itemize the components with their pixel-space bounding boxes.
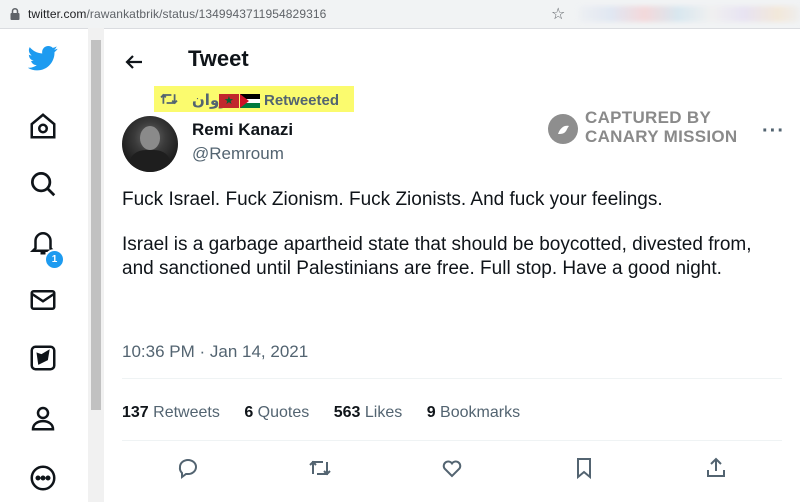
tweet-paragraph: Israel is a garbage apartheid state that… <box>122 234 752 279</box>
watermark-line1: CAPTURED BY <box>585 108 712 127</box>
watermark-line2: CANARY MISSION <box>585 127 738 146</box>
canary-logo-icon <box>548 114 578 144</box>
home-icon[interactable] <box>27 110 59 142</box>
twitter-blue-icon[interactable] <box>27 342 59 374</box>
retweet-action-icon[interactable] <box>308 456 334 482</box>
lock-icon[interactable] <box>8 7 22 21</box>
quotes-stat[interactable]: 6 Quotes <box>244 404 309 422</box>
back-arrow-icon[interactable] <box>122 50 146 74</box>
divider <box>122 440 782 441</box>
like-heart-icon[interactable] <box>440 456 466 482</box>
author-handle[interactable]: @Remroum <box>192 144 284 164</box>
palestine-flag-icon <box>240 94 260 108</box>
more-options-icon[interactable] <box>27 462 59 494</box>
reply-icon[interactable] <box>176 456 202 482</box>
url-host: twitter.com <box>28 7 87 21</box>
tweet-text: Fuck Israel. Fuck Zionism. Fuck Zionists… <box>122 188 782 302</box>
author-display-name[interactable]: Remi Kanazi <box>192 120 293 140</box>
address-field[interactable]: twitter.com/rawankatbrik/status/13499437… <box>28 7 326 21</box>
notifications-badge: 1 <box>44 249 65 270</box>
scrollbar-thumb[interactable] <box>91 40 101 410</box>
divider <box>122 378 782 379</box>
tweet-stats: 137 Retweets 6 Quotes 563 Likes 9 Bookma… <box>122 404 540 422</box>
profile-icon[interactable] <box>27 402 59 434</box>
browser-url-bar: twitter.com/rawankatbrik/status/13499437… <box>0 0 800 29</box>
url-path: /rawankatbrik/status/1349943711954829316 <box>86 7 327 21</box>
tweet-detail: Tweet روان ★ Retweeted Remi Kanazi @Remr… <box>104 28 800 502</box>
page-title: Tweet <box>188 46 249 71</box>
twitter-logo-icon[interactable] <box>27 42 59 74</box>
retweet-icon <box>160 93 178 105</box>
messages-envelope-icon[interactable] <box>27 284 59 316</box>
likes-stat[interactable]: 563 Likes <box>334 404 403 422</box>
canary-mission-watermark: CAPTURED BY CANARY MISSION <box>548 108 748 148</box>
left-navigation: 1 <box>0 28 88 502</box>
bookmark-icon[interactable] <box>572 456 598 482</box>
morocco-flag-icon: ★ <box>219 94 239 108</box>
explore-search-icon[interactable] <box>27 168 59 200</box>
tweet-paragraph: Fuck Israel. Fuck Zionism. Fuck Zionists… <box>122 189 663 210</box>
share-icon[interactable] <box>704 456 730 482</box>
tweet-timestamp[interactable]: 10:36 PM · Jan 14, 2021 <box>122 342 308 362</box>
extensions-area <box>578 6 800 22</box>
retweeted-label: Retweeted <box>264 92 340 109</box>
bookmark-star-icon[interactable]: ☆ <box>551 4 565 24</box>
bookmarks-stat[interactable]: 9 Bookmarks <box>427 404 520 422</box>
author-avatar[interactable] <box>122 116 178 172</box>
more-menu-icon[interactable]: ··· <box>762 120 785 143</box>
retweets-stat[interactable]: 137 Retweets <box>122 404 220 422</box>
